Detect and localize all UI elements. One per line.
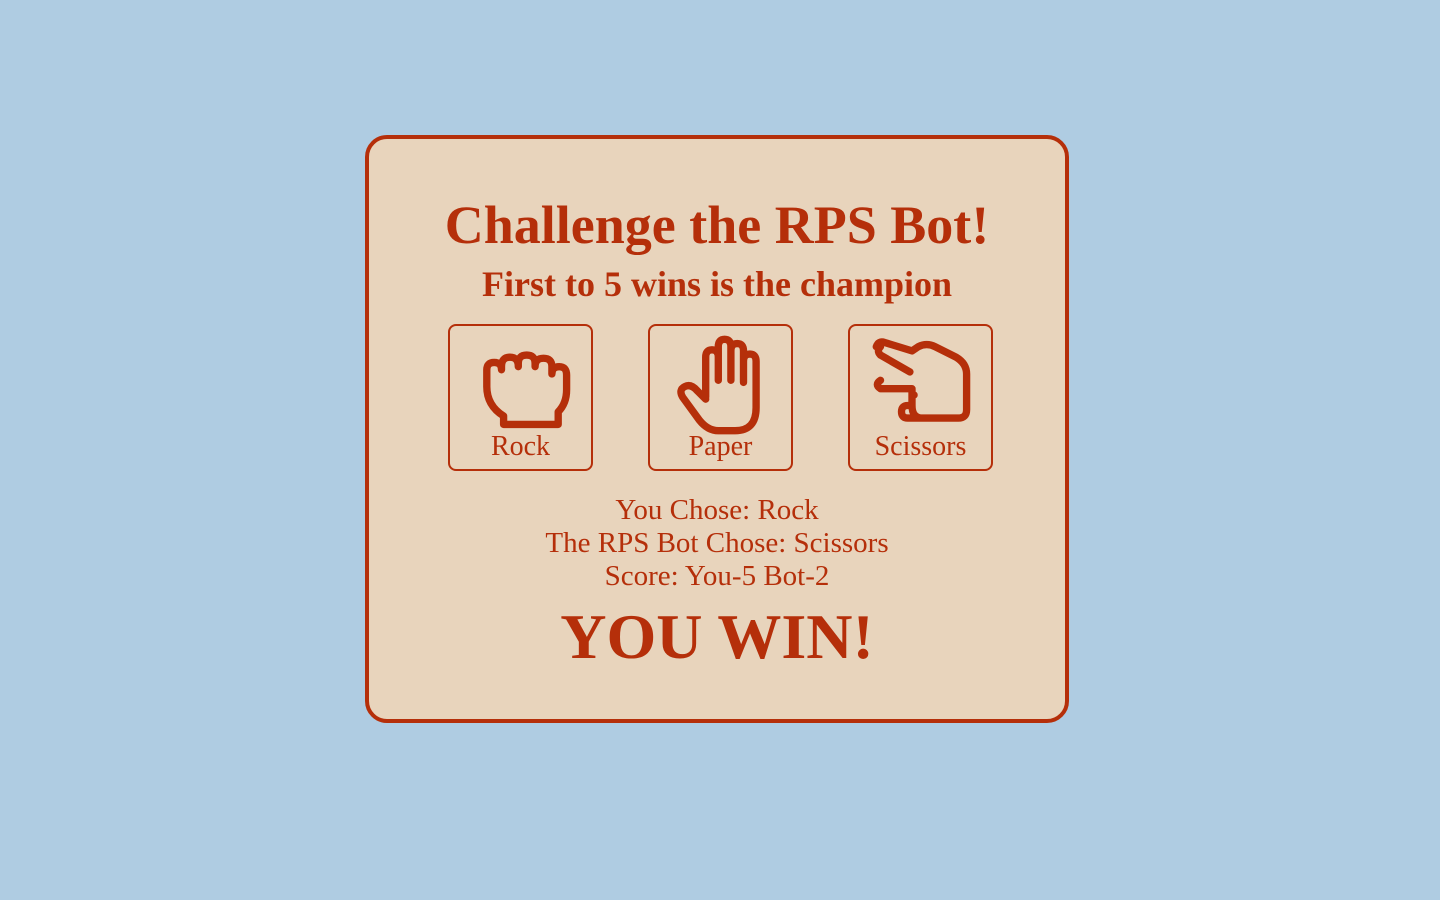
choice-buttons: Rock Paper Scissors [369, 324, 1065, 471]
scissors-label: Scissors [874, 431, 967, 462]
scissors-hand-icon [872, 338, 971, 422]
rock-button[interactable]: Rock [448, 324, 593, 471]
score-text: Score: You-5 Bot-2 [604, 560, 830, 592]
bot-choice-text: The RPS Bot Chose: Scissors [545, 527, 889, 559]
rock-label: Rock [490, 431, 551, 462]
player-choice-text: You Chose: Rock [615, 494, 819, 526]
fist-icon [483, 351, 571, 429]
scissors-button[interactable]: Scissors [848, 324, 993, 471]
paper-button[interactable]: Paper [648, 324, 793, 471]
game-card: Challenge the RPS Bot! First to 5 wins i… [365, 135, 1069, 723]
game-title: Challenge the RPS Bot! [444, 195, 990, 255]
outcome-banner: YOU WIN! [560, 601, 874, 672]
game-subtitle: First to 5 wins is the champion [481, 264, 953, 304]
open-hand-icon [677, 335, 760, 435]
paper-label: Paper [688, 431, 753, 462]
